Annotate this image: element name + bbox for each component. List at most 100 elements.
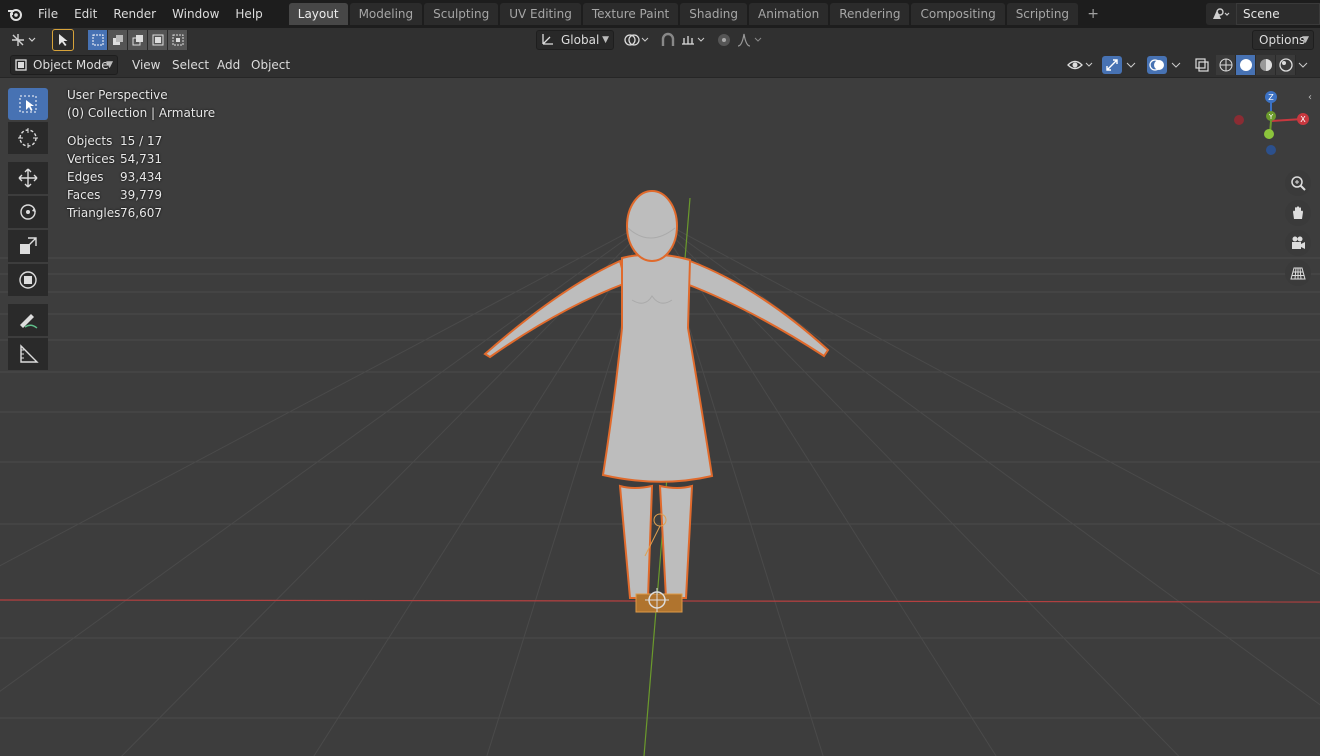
tab-scripting[interactable]: Scripting: [1006, 3, 1079, 25]
stat-label: Faces: [67, 188, 101, 202]
stat-label: Edges: [67, 170, 104, 184]
solid-shading-icon[interactable]: [1236, 55, 1256, 75]
tab-modeling[interactable]: Modeling: [349, 3, 423, 25]
view-perspective-label: User Perspective: [67, 88, 168, 102]
overlays-toggle-icon[interactable]: [1147, 56, 1167, 74]
menu-select[interactable]: Select: [166, 55, 215, 75]
object-mode-dropdown[interactable]: Object Mode ▼: [10, 55, 118, 75]
perspective-grid-icon[interactable]: [1285, 260, 1311, 286]
material-shading-icon[interactable]: [1256, 55, 1276, 75]
menu-object[interactable]: Object: [245, 55, 296, 75]
navigation-gizmo[interactable]: Z X Y: [1228, 86, 1320, 166]
stat-value: 15 / 17: [120, 134, 163, 148]
object-mode-icon: [15, 58, 27, 76]
add-workspace-button[interactable]: +: [1084, 5, 1102, 23]
snap-target-icon[interactable]: [680, 31, 710, 49]
menu-render[interactable]: Render: [105, 3, 164, 25]
scale-tool-icon[interactable]: [8, 230, 48, 262]
orientation-icon: [541, 32, 555, 51]
stat-label: Vertices: [67, 152, 115, 166]
3d-viewport[interactable]: User Perspective (0) Collection | Armatu…: [0, 78, 1320, 756]
pan-hand-icon[interactable]: [1285, 200, 1311, 226]
select-intersect-icon[interactable]: [168, 30, 188, 50]
stat-value: 93,434: [120, 170, 162, 184]
workspace-tabs: Layout Modeling Sculpting UV Editing Tex…: [288, 0, 1102, 28]
chevron-down-icon: ▼: [1302, 35, 1309, 45]
tab-shading[interactable]: Shading: [680, 3, 747, 25]
scene-name-field[interactable]: Scene: [1236, 3, 1320, 25]
blender-logo-icon[interactable]: [0, 0, 30, 28]
transform-tool-icon[interactable]: [8, 264, 48, 296]
visibility-icon[interactable]: [1066, 56, 1096, 74]
stat-value: 54,731: [120, 152, 162, 166]
zoom-icon[interactable]: [1285, 170, 1311, 196]
tab-texture-paint[interactable]: Texture Paint: [582, 3, 679, 25]
tab-rendering[interactable]: Rendering: [830, 3, 910, 25]
select-invert-icon[interactable]: [148, 30, 168, 50]
transform-orientation-dropdown[interactable]: Global ▼: [536, 30, 614, 50]
move-tool-icon[interactable]: [8, 162, 48, 194]
tab-animation[interactable]: Animation: [749, 3, 829, 25]
scene-statistics: Objects 15 / 17 Vertices 54,731 Edges 93,43…: [67, 132, 215, 222]
tool-shelf: [8, 88, 50, 372]
selection-mode-buttons: [88, 30, 188, 50]
chevron-down-icon: ▼: [602, 35, 609, 45]
select-subtract-icon[interactable]: [128, 30, 148, 50]
orientation-label: Global: [561, 33, 600, 47]
select-extend-icon[interactable]: [108, 30, 128, 50]
y-axis-label: Y: [1268, 113, 1274, 121]
stat-value: 76,607: [120, 206, 162, 220]
scene-selector: Scene: [1206, 3, 1320, 25]
measure-tool-icon[interactable]: [8, 338, 48, 370]
active-collection-label: (0) Collection | Armature: [67, 106, 216, 120]
camera-view-icon[interactable]: [1285, 230, 1311, 256]
stat-label: Objects: [67, 134, 113, 148]
viewport-info-overlay: User Perspective (0) Collection | Armatu…: [67, 86, 215, 222]
xray-toggle-icon[interactable]: [1192, 56, 1212, 74]
menu-file[interactable]: File: [30, 3, 66, 25]
armature-base: [635, 593, 683, 613]
character-model: [483, 190, 830, 599]
tab-layout[interactable]: Layout: [288, 3, 348, 25]
chevron-down-icon: ▼: [106, 60, 113, 70]
shading-options-chevron-icon[interactable]: [1296, 56, 1310, 74]
menu-add[interactable]: Add: [211, 55, 246, 75]
select-new-icon[interactable]: [88, 30, 108, 50]
falloff-icon[interactable]: [736, 31, 766, 49]
stat-label: Triangles: [67, 206, 121, 220]
tab-sculpting[interactable]: Sculpting: [424, 3, 499, 25]
rotate-tool-icon[interactable]: [8, 196, 48, 228]
menu-edit[interactable]: Edit: [66, 3, 105, 25]
cursor-tool-icon[interactable]: [8, 122, 48, 154]
gizmo-options-chevron-icon[interactable]: [1124, 56, 1138, 74]
mode-label: Object Mode: [33, 58, 109, 72]
menu-window[interactable]: Window: [164, 3, 227, 25]
stat-row: Edges 93,434: [67, 168, 215, 186]
annotate-tool-icon[interactable]: [8, 304, 48, 336]
tool-settings-header: Global ▼ Options ▼: [0, 28, 1320, 52]
snap-toggle-icon[interactable]: [658, 31, 678, 49]
stat-row: Vertices 54,731: [67, 150, 215, 168]
viewport-header: Object Mode ▼ View Select Add Object: [0, 52, 1320, 78]
top-menu-bar: File Edit Render Window Help Layout Mode…: [0, 0, 1320, 28]
gizmo-toggle-icon[interactable]: [1102, 56, 1122, 74]
pivot-point-icon[interactable]: [622, 31, 652, 49]
tab-compositing[interactable]: Compositing: [911, 3, 1005, 25]
stat-value: 39,779: [120, 188, 162, 202]
proportional-editing-icon[interactable]: [714, 31, 734, 49]
menu-view[interactable]: View: [126, 55, 166, 75]
editor-type-icon[interactable]: [10, 31, 38, 49]
options-dropdown[interactable]: Options ▼: [1252, 30, 1314, 50]
overlays-options-chevron-icon[interactable]: [1169, 56, 1183, 74]
select-box-tool[interactable]: [8, 88, 48, 120]
sidebar-toggle-icon[interactable]: ‹: [1308, 92, 1320, 108]
scene-browse-icon[interactable]: [1206, 3, 1236, 25]
z-axis-label: Z: [1268, 93, 1274, 102]
rendered-shading-icon[interactable]: [1276, 55, 1296, 75]
options-label: Options: [1259, 33, 1306, 47]
active-tool-icon[interactable]: [52, 29, 74, 51]
wireframe-shading-icon[interactable]: [1216, 55, 1236, 75]
menu-help[interactable]: Help: [227, 3, 270, 25]
stat-row: Triangles 76,607: [67, 204, 215, 222]
tab-uv-editing[interactable]: UV Editing: [500, 3, 581, 25]
